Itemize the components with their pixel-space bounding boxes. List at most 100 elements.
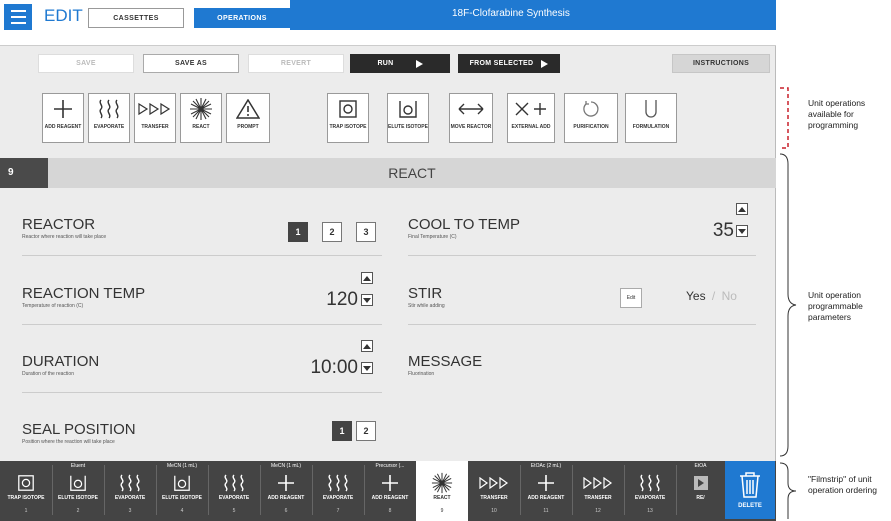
decrease-arrow-icon[interactable] (736, 225, 748, 237)
reactor-option-2[interactable]: 2 (322, 222, 342, 242)
cool-temp-value: 35 (712, 220, 734, 241)
filmstrip-item[interactable]: EtOA RE/ (676, 461, 725, 521)
filmstrip-divider (312, 465, 313, 515)
reactor-option-1[interactable]: 1 (288, 222, 308, 242)
filmstrip-item-reagent: MeCN (1 mL) (166, 463, 197, 469)
param-name: MESSAGE (408, 353, 483, 370)
tab-operations[interactable]: OPERATIONS (194, 8, 290, 28)
message-value[interactable]: Fluorination (408, 371, 434, 377)
filmstrip-item-number: 13 (647, 508, 653, 514)
run-from-selected-button[interactable]: FROM SELECTED (458, 54, 560, 73)
filmstrip-item-reagent: MeCN (1 mL) (270, 463, 301, 469)
delete-label: DELETE (738, 503, 762, 509)
filmstrip-item[interactable]: EVAPORATE 3 (104, 461, 156, 521)
filmstrip-item[interactable]: EtOAc (2 mL) ADD REAGENT 11 (520, 461, 572, 521)
instructions-button[interactable]: INSTRUCTIONS (672, 54, 770, 73)
react-icon (431, 471, 453, 495)
param-name: SEAL POSITION (22, 421, 136, 438)
duration-value: 10:00 (310, 357, 358, 378)
unit-label: PURIFICATION (573, 124, 609, 130)
trap-isotope-icon (338, 94, 358, 124)
filmstrip-item[interactable]: Precursor (... ADD REAGENT 8 (364, 461, 416, 521)
param-description: Final Temperature (C) (408, 234, 457, 240)
palette-external-add[interactable]: EXTERNAL ADD (507, 93, 555, 143)
increase-arrow-icon[interactable] (361, 340, 373, 352)
filmstrip-item[interactable]: Eluent ELUTE ISOTOPE 2 (52, 461, 104, 521)
stir-no-option[interactable]: No (722, 289, 737, 303)
filmstrip-divider (208, 465, 209, 515)
increase-arrow-icon[interactable] (736, 203, 748, 215)
filmstrip-item-number: 2 (76, 508, 80, 514)
hamburger-menu-icon[interactable] (4, 4, 32, 30)
palette-purification[interactable]: PURIFICATION (564, 93, 618, 143)
top-bar: EDIT CASSETTES OPERATIONS 18F-Clofarabin… (0, 0, 776, 46)
palette-bracket (780, 87, 789, 149)
param-description: Stir while adding (408, 303, 445, 309)
palette-react[interactable]: REACT (180, 93, 222, 143)
filmstrip-item[interactable]: EVAPORATE 13 (624, 461, 676, 521)
delete-button[interactable]: DELETE (725, 461, 775, 519)
unit-label: PROMPT (237, 124, 259, 130)
transfer-icon (137, 94, 173, 124)
seal-position-option-2[interactable]: 2 (356, 421, 376, 441)
filmstrip-item[interactable]: TRANSFER 10 (468, 461, 520, 521)
palette-elute-isotope[interactable]: ELUTE ISOTOPE (387, 93, 429, 143)
trap-isotope-icon (17, 471, 35, 495)
palette-transfer[interactable]: TRANSFER (134, 93, 176, 143)
reactor-option-3[interactable]: 3 (356, 222, 376, 242)
stir-edit-button[interactable]: Edit (620, 288, 642, 308)
stir-separator: / (711, 289, 716, 303)
transfer-icon (582, 471, 614, 495)
filmstrip-item[interactable]: REACT 9 (416, 461, 468, 521)
sequence-editor-app: EDIT CASSETTES OPERATIONS 18F-Clofarabin… (0, 0, 776, 521)
filmstrip-item-number: 12 (595, 508, 601, 514)
stir-yes-option[interactable]: Yes (686, 289, 706, 303)
palette-trap-isotope[interactable]: TRAP ISOTOPE (327, 93, 369, 143)
reaction-temp-value: 120 (326, 289, 358, 310)
unit-label: EXTERNAL ADD (511, 124, 551, 130)
filmstrip-divider (260, 465, 261, 515)
seal-position-option-1[interactable]: 1 (332, 421, 352, 441)
filmstrip-item-label: ADD REAGENT (527, 495, 565, 501)
filmstrip-item[interactable]: EVAPORATE 7 (312, 461, 364, 521)
play-icon (693, 471, 709, 495)
filmstrip-item[interactable]: TRAP ISOTOPE 1 (0, 461, 52, 521)
increase-arrow-icon[interactable] (361, 272, 373, 284)
filmstrip-item[interactable]: MeCN (1 mL) ADD REAGENT 6 (260, 461, 312, 521)
param-name: COOL TO TEMP (408, 216, 520, 233)
filmstrip-item-label: EVAPORATE (114, 495, 146, 501)
filmstrip-divider (624, 465, 625, 515)
save-button[interactable]: SAVE (38, 54, 134, 73)
trash-icon (740, 472, 760, 498)
evaporate-icon (117, 471, 143, 495)
filmstrip-item[interactable]: MeCN (1 mL) ELUTE ISOTOPE 4 (156, 461, 208, 521)
run-label: RUN (377, 60, 394, 67)
save-as-button[interactable]: SAVE AS (143, 54, 239, 73)
decrease-arrow-icon[interactable] (361, 294, 373, 306)
palette-evaporate[interactable]: EVAPORATE (88, 93, 130, 143)
palette-move-reactor[interactable]: MOVE REACTOR (449, 93, 493, 143)
filmstrip-item[interactable]: EVAPORATE 5 (208, 461, 260, 521)
from-selected-label: FROM SELECTED (469, 60, 534, 67)
filmstrip-divider (572, 465, 573, 515)
filmstrip-item-label: TRANSFER (480, 495, 508, 501)
filmstrip-item-label: TRANSFER (584, 495, 612, 501)
filmstrip-item-label: ADD REAGENT (371, 495, 409, 501)
param-message: MESSAGE Fluorination (408, 353, 756, 393)
tab-cassettes[interactable]: CASSETTES (88, 8, 184, 28)
filmstrip-item-number: 10 (491, 508, 497, 514)
palette-add-reagent[interactable]: ADD REAGENT (42, 93, 84, 143)
palette-formulation[interactable]: FORMULATION (625, 93, 677, 143)
filmstrip-item-number: 4 (180, 508, 184, 514)
filmstrip-divider (52, 465, 53, 515)
filmstrip-item-label: ADD REAGENT (267, 495, 305, 501)
run-button[interactable]: RUN (350, 54, 450, 73)
decrease-arrow-icon[interactable] (361, 362, 373, 374)
filmstrip-item-reagent: EtOA (694, 463, 707, 469)
evaporate-icon (637, 471, 663, 495)
filmstrip-item-label: REACT (433, 495, 451, 501)
filmstrip-item[interactable]: TRANSFER 12 (572, 461, 624, 521)
palette-prompt[interactable]: PROMPT (226, 93, 270, 143)
play-icon (541, 59, 549, 68)
revert-button[interactable]: REVERT (248, 54, 344, 73)
